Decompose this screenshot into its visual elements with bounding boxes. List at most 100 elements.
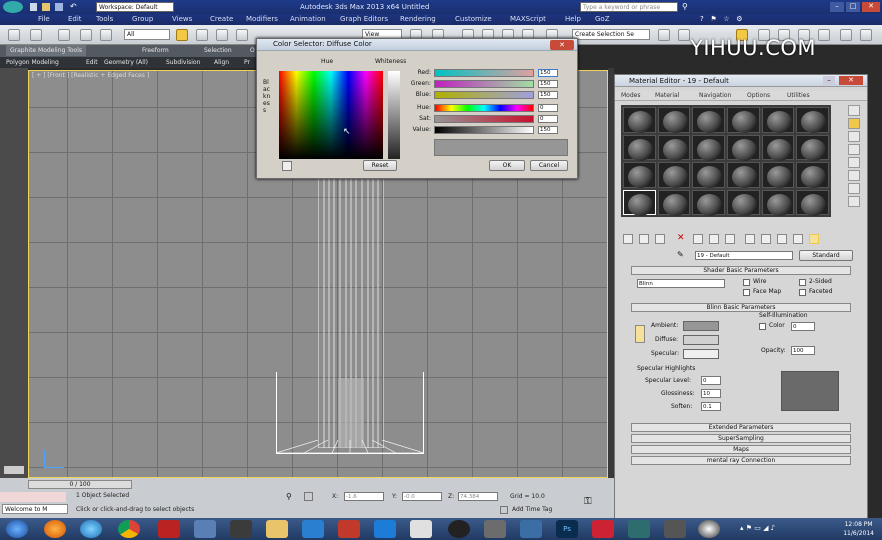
material-id-icon[interactable] [745, 234, 755, 244]
filezilla-icon[interactable] [158, 520, 180, 538]
sample-slot[interactable] [727, 189, 760, 216]
ribbon-align[interactable]: Align [214, 57, 229, 68]
diffuse-color-swatch[interactable] [683, 335, 719, 345]
assign-material-icon[interactable] [655, 234, 665, 244]
dialog-titlebar[interactable]: Color Selector: Diffuse Color ✕ [257, 39, 577, 51]
z-coordinate-field[interactable]: 74.384 [458, 492, 498, 501]
cancel-button[interactable]: Cancel [530, 160, 568, 171]
value-slider[interactable] [434, 126, 534, 134]
backlight-icon[interactable] [848, 118, 860, 129]
material-type-button[interactable]: Standard [799, 250, 853, 261]
menu-modifiers[interactable]: Modifiers [246, 14, 278, 25]
whiteness-bar[interactable] [388, 71, 400, 159]
tab-selection[interactable]: Selection [204, 45, 232, 56]
sample-slot[interactable] [727, 134, 760, 161]
two-sided-checkbox[interactable] [799, 279, 806, 286]
undo-icon[interactable]: ↶ [70, 3, 78, 11]
render-production-icon[interactable] [818, 29, 830, 41]
menu-help[interactable]: Help [565, 14, 581, 25]
rollout-maps[interactable]: Maps [631, 445, 851, 454]
app-icon[interactable] [698, 520, 720, 538]
rollout-shader-basic[interactable]: Shader Basic Parameters [631, 266, 851, 275]
green-slider[interactable] [434, 80, 534, 88]
absolute-mode-icon[interactable] [304, 492, 313, 501]
menu-tools[interactable]: Tools [96, 14, 113, 25]
eyedropper-icon[interactable] [282, 161, 292, 171]
sample-slot[interactable] [692, 162, 725, 188]
make-preview-icon[interactable] [848, 170, 860, 181]
reset-map-icon[interactable]: ✕ [677, 233, 685, 243]
redo-icon[interactable] [30, 29, 42, 41]
blue-slider[interactable] [434, 91, 534, 99]
maximize-button[interactable]: □ [846, 2, 860, 12]
glossiness-field[interactable]: 10 [701, 389, 721, 398]
show-map-icon[interactable] [761, 234, 771, 244]
pick-material-icon[interactable]: ✎ [677, 250, 687, 260]
ribbon-edit[interactable]: Edit [86, 57, 98, 68]
sample-slot[interactable] [623, 134, 656, 161]
menu-rendering[interactable]: Rendering [400, 14, 436, 25]
sample-slot[interactable] [657, 107, 691, 133]
time-tag-icon[interactable] [500, 506, 508, 514]
material-editor-close[interactable]: ✕ [839, 76, 863, 85]
search-icon[interactable]: ⚲ [682, 2, 692, 12]
hue-field[interactable]: 0 [538, 104, 558, 112]
soften-field[interactable]: 0.1 [701, 402, 721, 411]
dropbox-icon[interactable] [374, 520, 396, 538]
menu-material[interactable]: Material [655, 91, 679, 101]
layer-manager-icon[interactable] [840, 29, 852, 41]
rollout-supersampling[interactable]: SuperSampling [631, 434, 851, 443]
material-name-field[interactable]: 19 - Default [695, 251, 793, 260]
close-button[interactable]: ✕ [862, 2, 880, 12]
maxscript-welcome[interactable]: Welcome to M [2, 504, 68, 514]
menu-animation[interactable]: Animation [290, 14, 326, 25]
tab-freeform[interactable]: Freeform [142, 45, 169, 56]
file-explorer-icon[interactable] [266, 520, 288, 538]
menu-maxscript[interactable]: MAXScript [510, 14, 546, 25]
photoshop-icon[interactable]: Ps [556, 520, 578, 538]
sample-slot[interactable] [692, 107, 725, 133]
sample-slot[interactable] [623, 162, 656, 188]
menu-utilities[interactable]: Utilities [787, 91, 810, 101]
undo-icon[interactable] [8, 29, 20, 41]
add-time-tag[interactable]: Add Time Tag [512, 506, 552, 514]
app-icon[interactable] [484, 520, 506, 538]
rollout-mental-ray[interactable]: mental ray Connection [631, 456, 851, 465]
tab-graphite-modeling-tools[interactable]: Graphite Modeling Tools [6, 45, 87, 56]
y-coordinate-field[interactable]: -0.0 [402, 492, 442, 501]
app-icon[interactable] [664, 520, 686, 538]
sample-slot[interactable] [796, 134, 829, 161]
system-tray-icons[interactable]: ▴ ⚑ ▭ ◢ ♪ [740, 524, 820, 534]
dialog-close-button[interactable]: ✕ [550, 40, 574, 50]
go-to-parent-icon[interactable] [793, 234, 803, 244]
sample-slot[interactable] [761, 189, 795, 216]
time-slider[interactable]: 0 / 100 [28, 480, 132, 489]
select-link-icon[interactable] [58, 29, 70, 41]
put-to-library-icon[interactable] [725, 234, 735, 244]
sample-slot[interactable] [657, 189, 691, 216]
sample-slot[interactable] [796, 162, 829, 188]
select-by-name-icon[interactable] [196, 29, 208, 41]
ok-button[interactable]: OK [489, 160, 525, 171]
go-forward-sibling-icon[interactable] [809, 234, 819, 244]
sample-slot[interactable] [692, 134, 725, 161]
sample-slot[interactable] [657, 162, 691, 188]
select-by-material-icon[interactable] [848, 196, 860, 207]
sample-type-icon[interactable] [848, 105, 860, 116]
self-illum-field[interactable]: 0 [791, 322, 815, 331]
rollout-extended-parameters[interactable]: Extended Parameters [631, 423, 851, 432]
new-icon[interactable] [30, 3, 37, 11]
system-clock[interactable]: 12:08 PM 11/6/2014 [843, 520, 874, 538]
menu-modes[interactable]: Modes [621, 91, 640, 101]
window-crossing-icon[interactable] [236, 29, 248, 41]
minimize-button[interactable]: – [830, 2, 844, 12]
menu-options[interactable]: Options [747, 91, 770, 101]
red-field[interactable]: 150 [538, 69, 558, 77]
app-icon[interactable] [592, 520, 614, 538]
menu-navigation[interactable]: Navigation [699, 91, 731, 101]
hue-slider[interactable] [434, 104, 534, 112]
sample-slot-selected[interactable] [623, 189, 656, 216]
curve-editor-icon[interactable] [860, 29, 872, 41]
face-map-checkbox[interactable] [743, 289, 750, 296]
material-editor-titlebar[interactable]: Material Editor - 19 - Default – ✕ [615, 75, 867, 87]
